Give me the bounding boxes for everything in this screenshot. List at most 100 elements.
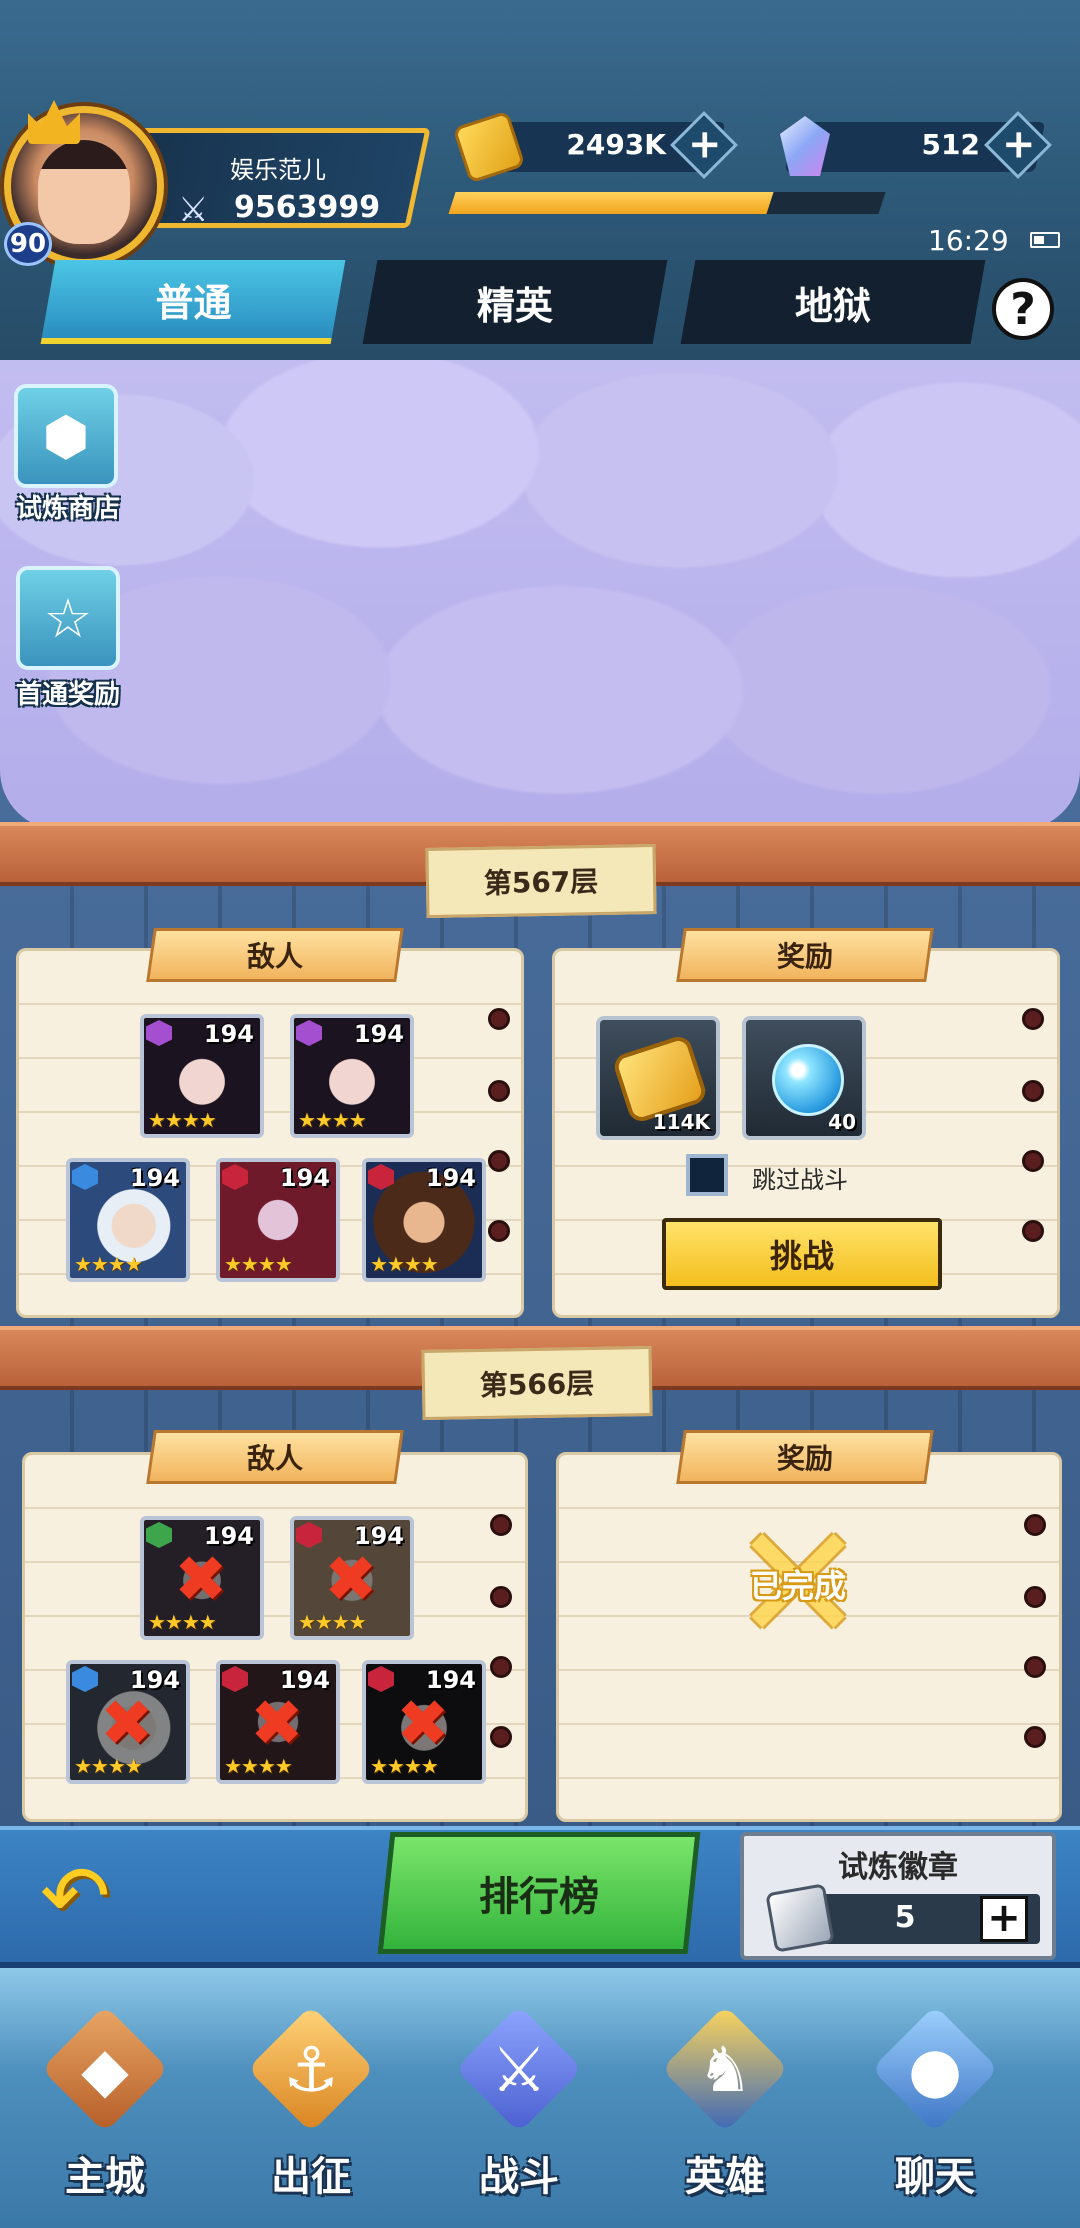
binder-ring (488, 1008, 510, 1030)
hero-stars: ★★★★ (370, 1252, 439, 1276)
first-clear-reward-button[interactable]: ☆ (16, 566, 120, 670)
ranking-button[interactable]: 排行榜 (377, 1832, 701, 1954)
reward-gold[interactable]: 114K (596, 1016, 720, 1140)
player-power: 9563999 (234, 190, 381, 225)
plus-icon: + (1001, 121, 1036, 168)
tab-hell[interactable]: 地狱 (680, 260, 986, 344)
enemy-hero-card[interactable]: 194 ★★★★ ✖ (66, 1660, 190, 1784)
skip-battle-label: 跳过战斗 (752, 1166, 848, 1194)
ranking-label: 排行榜 (479, 1874, 599, 1920)
experience-bar-fill (448, 192, 774, 214)
hero-level: 194 (129, 1164, 180, 1192)
binder-ring (488, 1150, 510, 1172)
hero-stars: ★★★★ (298, 1108, 367, 1132)
enemy-hero-card[interactable]: 194 ★★★★ ✖ (140, 1516, 264, 1640)
nav-heroes[interactable]: ♞ 英雄 (630, 2000, 810, 2228)
tab-label: 地狱 (794, 283, 871, 328)
binder-ring (1024, 1514, 1046, 1536)
nav-expedition[interactable]: ⚓ 出征 (216, 2000, 396, 2228)
skip-battle-checkbox[interactable] (686, 1154, 728, 1196)
trial-shop-label: 试炼商店 (16, 494, 121, 524)
d20-icon: ⬢ (42, 404, 90, 468)
helmet-glyph-icon: ♞ (697, 2032, 753, 2106)
enemies-label: 敌人 (246, 1442, 303, 1475)
enemies-tab: 敌人 (146, 1430, 404, 1484)
binder-ring (1022, 1080, 1044, 1102)
reward-orb[interactable]: 40 (742, 1016, 866, 1140)
trial-shop-button[interactable]: ⬢ (14, 384, 118, 488)
first-clear-reward-label: 首通奖励 (16, 680, 121, 710)
trial-badge-title: 试炼徽章 (838, 1850, 958, 1885)
nav-label: 英雄 (685, 2154, 765, 2200)
crossed-swords-icon: ⚔ (178, 190, 209, 230)
anchor-icon: ⚓ (283, 2032, 339, 2106)
trial-badge-count: 5 (894, 1900, 916, 1935)
enemy-hero-card[interactable]: 194 ★★★★ (290, 1014, 414, 1138)
floor-title: 第566层 (421, 1345, 653, 1421)
enemies-tab: 敌人 (146, 928, 404, 982)
crystal-icon: ◆ (81, 2032, 129, 2106)
rewards-label: 奖励 (776, 1442, 833, 1475)
binder-ring (490, 1656, 512, 1678)
hero-stars: ★★★★ (224, 1252, 293, 1276)
defeated-x-icon: ✖ (396, 1687, 450, 1761)
nav-chat[interactable]: ● 聊天 (840, 2000, 1020, 2228)
nav-label: 主城 (65, 2154, 145, 2200)
clock: 16:29 (928, 224, 1009, 257)
plus-icon: + (687, 121, 722, 168)
tab-elite[interactable]: 精英 (362, 260, 668, 344)
enemy-hero-card[interactable]: 194 ★★★★ (216, 1158, 340, 1282)
binder-ring (488, 1080, 510, 1102)
defeated-x-icon: ✖ (174, 1543, 228, 1617)
reward-count: 40 (828, 1110, 856, 1134)
binder-ring (490, 1726, 512, 1748)
gem-amount: 512 (921, 128, 980, 161)
binder-ring (1022, 1008, 1044, 1030)
player-name: 娱乐范儿 (230, 156, 326, 184)
binder-ring (1024, 1586, 1046, 1608)
rewards-label: 奖励 (776, 940, 833, 973)
floor-title: 第567层 (425, 843, 657, 919)
tab-normal[interactable]: 普通 (40, 260, 346, 344)
rewards-tab: 奖励 (676, 1430, 934, 1484)
tab-label: 普通 (155, 280, 232, 325)
completed-label: 已完成 (749, 1567, 846, 1605)
star-icon: ☆ (43, 586, 93, 650)
fog-clouds (0, 360, 1080, 830)
gold-amount: 2493K (566, 128, 666, 161)
chat-glyph-icon: ● (907, 2032, 963, 2106)
defeated-x-icon: ✖ (250, 1687, 304, 1761)
binder-ring (490, 1514, 512, 1536)
binder-ring (1022, 1220, 1044, 1242)
player-level-badge: 90 (4, 222, 52, 266)
binder-ring (1024, 1726, 1046, 1748)
challenge-button[interactable]: 挑战 (662, 1218, 942, 1290)
nav-battle[interactable]: ⚔ 战斗 (424, 2000, 604, 2228)
tab-label: 精英 (476, 283, 553, 328)
enemy-hero-card[interactable]: 194 ★★★★ ✖ (362, 1660, 486, 1784)
enemies-label: 敌人 (246, 940, 303, 973)
swords-glyph-icon: ⚔ (491, 2032, 547, 2106)
enemy-hero-card[interactable]: 194 ★★★★ (362, 1158, 486, 1282)
binder-ring (1022, 1150, 1044, 1172)
enemy-hero-card[interactable]: 194 ★★★★ ✖ (290, 1516, 414, 1640)
back-button[interactable]: ↶ (40, 1854, 180, 1938)
enemy-hero-card[interactable]: 194 ★★★★ (66, 1158, 190, 1282)
add-badge-button[interactable]: + (980, 1896, 1028, 1942)
defeated-x-icon: ✖ (324, 1543, 378, 1617)
rewards-tab: 奖励 (676, 928, 934, 982)
binder-ring (490, 1586, 512, 1608)
enemy-hero-card[interactable]: 194 ★★★★ (140, 1014, 264, 1138)
hero-stars: ★★★★ (148, 1108, 217, 1132)
completed-stamp: 已完成 (730, 1504, 866, 1664)
nav-label: 战斗 (479, 2154, 559, 2200)
nav-main-city[interactable]: ◆ 主城 (10, 2000, 190, 2228)
hero-stars: ★★★★ (74, 1252, 143, 1276)
help-button[interactable]: ? (992, 278, 1054, 340)
hero-level: 194 (279, 1164, 330, 1192)
battery-icon (1030, 232, 1060, 248)
defeated-x-icon: ✖ (100, 1687, 154, 1761)
enemy-hero-card[interactable]: 194 ★★★★ ✖ (216, 1660, 340, 1784)
hero-level: 194 (203, 1020, 254, 1048)
hero-level: 194 (353, 1020, 404, 1048)
